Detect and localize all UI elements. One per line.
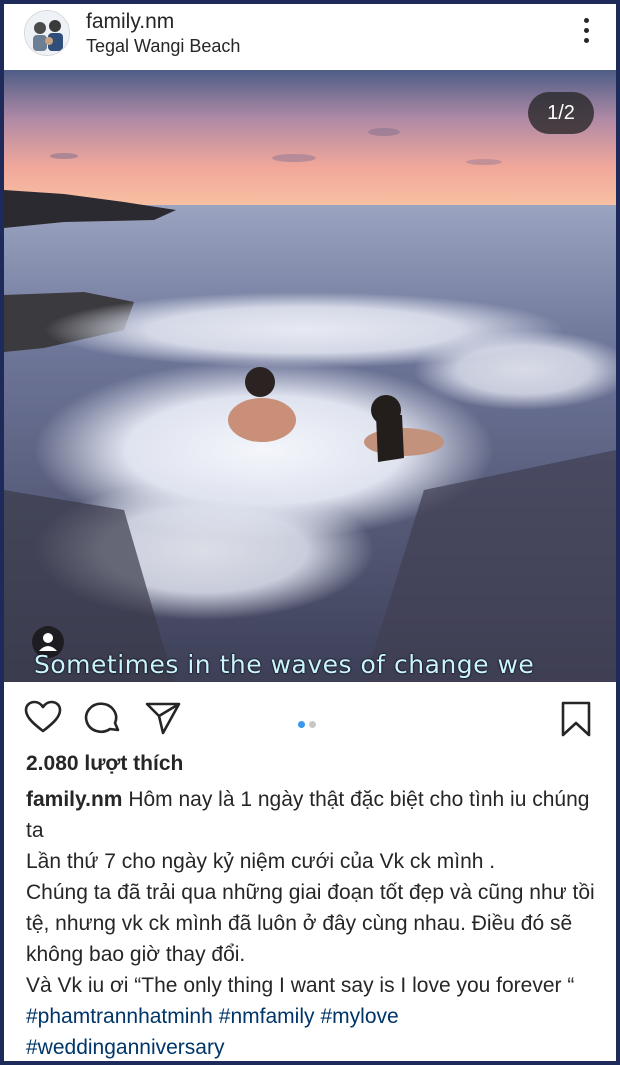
heart-icon[interactable]: [24, 700, 62, 739]
caption-line: Và Vk iu ơi “The only thing I want say i…: [26, 974, 575, 997]
post-caption: family.nm Hôm nay là 1 ngày thật đặc biệ…: [26, 784, 596, 1061]
caption-username[interactable]: family.nm: [26, 788, 122, 811]
hashtag-link[interactable]: #phamtrannhatminh: [26, 1005, 213, 1028]
avatar[interactable]: [24, 10, 70, 56]
carousel-dot-active: [298, 721, 305, 728]
comment-bubble-icon[interactable]: [84, 700, 122, 741]
action-bar: [4, 682, 616, 752]
hashtag-link[interactable]: #nmfamily: [219, 1005, 315, 1028]
caption-line: Chúng ta đã trải qua những giai đoạn tốt…: [26, 881, 595, 966]
hashtag-link[interactable]: #mylove: [321, 1005, 399, 1028]
location-link[interactable]: Tegal Wangi Beach: [86, 36, 240, 57]
carousel-dot: [309, 721, 316, 728]
caption-line: Lần thứ 7 cho ngày kỷ niệm cưới của Vk c…: [26, 850, 496, 873]
post-header: family.nm Tegal Wangi Beach: [4, 4, 616, 70]
more-vertical-icon[interactable]: [578, 18, 594, 48]
carousel-indicator: [298, 715, 320, 733]
like-count[interactable]: 2.080 lượt thích: [26, 752, 183, 776]
username[interactable]: family.nm: [86, 10, 174, 34]
bookmark-icon[interactable]: [560, 700, 592, 743]
hashtag-link[interactable]: #weddinganniversary: [26, 1036, 224, 1059]
carousel-counter: 1/2: [528, 92, 594, 134]
photo-overlay-text: Sometimes in the waves of change we: [34, 650, 535, 679]
post-photo[interactable]: 1/2 Sometimes in the waves of change we: [4, 70, 616, 682]
post-card: family.nm Tegal Wangi Beach 1/2 Sometime…: [4, 4, 616, 1061]
hashtag-list: #phamtrannhatminh #nmfamily #mylove #weddin…: [26, 1001, 596, 1061]
paper-plane-icon[interactable]: [144, 700, 182, 741]
